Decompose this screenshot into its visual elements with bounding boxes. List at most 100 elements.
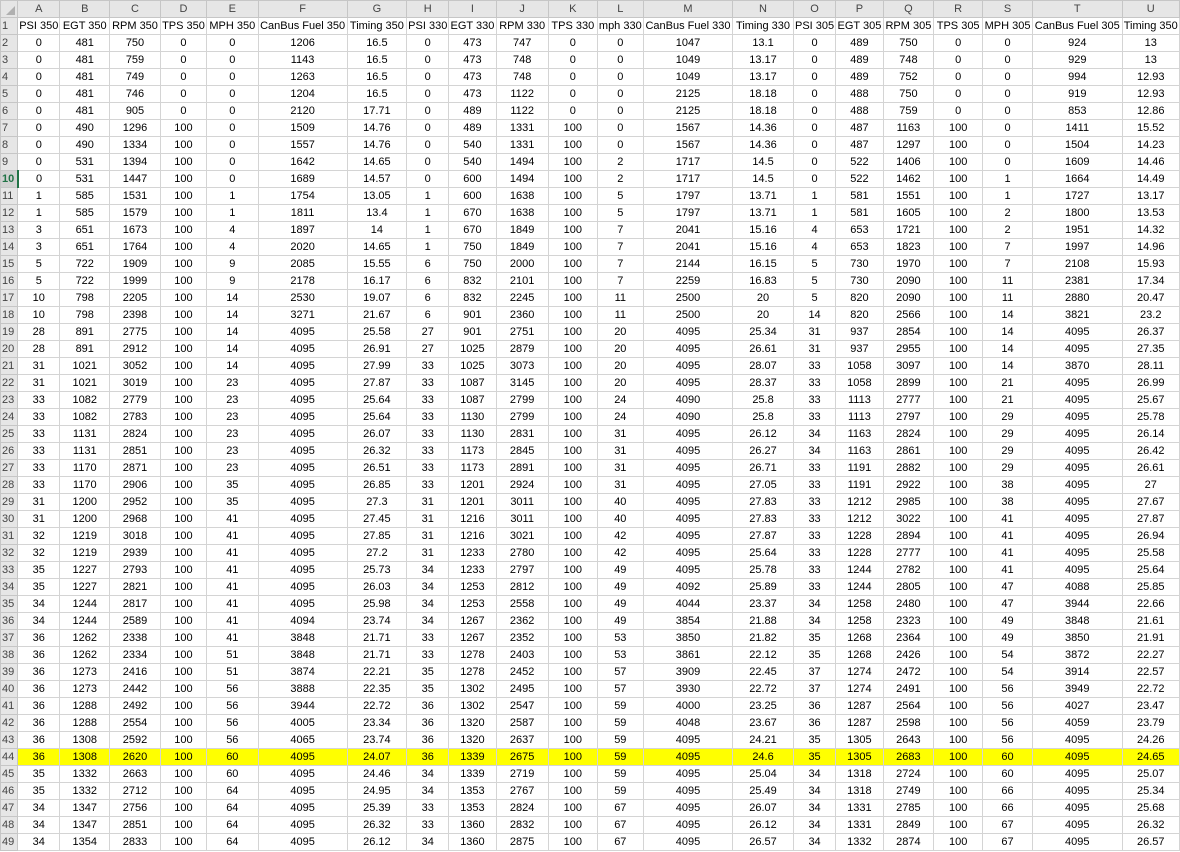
cell-d18[interactable]: 100 <box>159 306 208 324</box>
cell-t3[interactable]: 929 <box>1032 51 1123 69</box>
cell-b40[interactable]: 1273 <box>59 680 111 698</box>
row-header[interactable]: 35 <box>0 595 19 613</box>
cell-e18[interactable]: 14 <box>206 306 259 324</box>
cell-b19[interactable]: 891 <box>59 323 111 341</box>
row-header[interactable]: 29 <box>0 493 19 511</box>
cell-o39[interactable]: 37 <box>792 663 837 681</box>
cell-e38[interactable]: 51 <box>206 646 259 664</box>
cell-i39[interactable]: 1278 <box>448 663 497 681</box>
cell-d35[interactable]: 100 <box>159 595 208 613</box>
cell-c17[interactable]: 2205 <box>109 289 161 307</box>
cell-q21[interactable]: 3097 <box>882 357 935 375</box>
cell-k23[interactable]: 100 <box>547 391 598 409</box>
cell-o35[interactable]: 34 <box>792 595 837 613</box>
cell-k8[interactable]: 100 <box>547 136 598 154</box>
cell-g36[interactable]: 23.74 <box>346 612 408 630</box>
cell-s18[interactable]: 14 <box>982 306 1034 324</box>
cell-j33[interactable]: 2797 <box>495 561 549 579</box>
cell-l3[interactable]: 0 <box>596 51 644 69</box>
cell-t37[interactable]: 3850 <box>1032 629 1123 647</box>
cell-g2[interactable]: 16.5 <box>346 34 408 52</box>
cell-j28[interactable]: 2924 <box>495 476 549 494</box>
cell-u3[interactable]: 13 <box>1121 51 1180 69</box>
cell-p3[interactable]: 489 <box>835 51 884 69</box>
cell-i26[interactable]: 1173 <box>448 442 497 460</box>
cell-e3[interactable]: 0 <box>206 51 259 69</box>
cell-b23[interactable]: 1082 <box>59 391 111 409</box>
cell-g40[interactable]: 22.35 <box>346 680 408 698</box>
cell-e20[interactable]: 14 <box>206 340 259 358</box>
cell-h17[interactable]: 6 <box>406 289 450 307</box>
cell-r36[interactable]: 100 <box>933 612 984 630</box>
cell-a41[interactable]: 36 <box>17 697 61 715</box>
cell-t45[interactable]: 4095 <box>1032 765 1123 783</box>
cell-l40[interactable]: 57 <box>596 680 644 698</box>
cell-q18[interactable]: 2566 <box>882 306 935 324</box>
cell-k28[interactable]: 100 <box>547 476 598 494</box>
cell-d48[interactable]: 100 <box>159 816 208 834</box>
cell-t28[interactable]: 4095 <box>1032 476 1123 494</box>
cell-n37[interactable]: 21.82 <box>732 629 794 647</box>
cell-m8[interactable]: 1567 <box>642 136 734 154</box>
cell-m25[interactable]: 4095 <box>642 425 734 443</box>
cell-j6[interactable]: 1122 <box>495 102 549 120</box>
cell-h5[interactable]: 0 <box>406 85 450 103</box>
cell-b47[interactable]: 1347 <box>59 799 111 817</box>
cell-t36[interactable]: 3848 <box>1032 612 1123 630</box>
cell-n18[interactable]: 20 <box>732 306 794 324</box>
cell-i24[interactable]: 1130 <box>448 408 497 426</box>
column-header-r[interactable]: R <box>933 0 984 18</box>
cell-i1[interactable]: EGT 330 <box>448 17 497 35</box>
row-header[interactable]: 24 <box>0 408 19 426</box>
cell-j43[interactable]: 2637 <box>495 731 549 749</box>
cell-o40[interactable]: 37 <box>792 680 837 698</box>
cell-n33[interactable]: 25.78 <box>732 561 794 579</box>
cell-i23[interactable]: 1087 <box>448 391 497 409</box>
cell-i30[interactable]: 1216 <box>448 510 497 528</box>
cell-d32[interactable]: 100 <box>159 544 208 562</box>
cell-h13[interactable]: 1 <box>406 221 450 239</box>
cell-c30[interactable]: 2968 <box>109 510 161 528</box>
cell-b11[interactable]: 585 <box>59 187 111 205</box>
cell-c16[interactable]: 1999 <box>109 272 161 290</box>
cell-c45[interactable]: 2663 <box>109 765 161 783</box>
column-header-d[interactable]: D <box>159 0 208 18</box>
cell-d36[interactable]: 100 <box>159 612 208 630</box>
cell-e19[interactable]: 14 <box>206 323 259 341</box>
cell-q25[interactable]: 2824 <box>882 425 935 443</box>
row-header[interactable]: 14 <box>0 238 19 256</box>
cell-d22[interactable]: 100 <box>159 374 208 392</box>
cell-r15[interactable]: 100 <box>933 255 984 273</box>
cell-g48[interactable]: 26.32 <box>346 816 408 834</box>
cell-b38[interactable]: 1262 <box>59 646 111 664</box>
cell-d28[interactable]: 100 <box>159 476 208 494</box>
cell-u2[interactable]: 13 <box>1121 34 1180 52</box>
cell-a19[interactable]: 28 <box>17 323 61 341</box>
cell-j37[interactable]: 2352 <box>495 629 549 647</box>
cell-f18[interactable]: 3271 <box>257 306 348 324</box>
cell-p38[interactable]: 1268 <box>835 646 884 664</box>
column-header-p[interactable]: P <box>835 0 884 18</box>
cell-o25[interactable]: 34 <box>792 425 837 443</box>
cell-u46[interactable]: 25.34 <box>1121 782 1180 800</box>
row-header[interactable]: 38 <box>0 646 19 664</box>
cell-s31[interactable]: 41 <box>982 527 1034 545</box>
row-header[interactable]: 21 <box>0 357 19 375</box>
cell-f45[interactable]: 4095 <box>257 765 348 783</box>
cell-q17[interactable]: 2090 <box>882 289 935 307</box>
cell-b15[interactable]: 722 <box>59 255 111 273</box>
cell-b44[interactable]: 1308 <box>59 748 111 766</box>
cell-f4[interactable]: 1263 <box>257 68 348 86</box>
cell-r3[interactable]: 0 <box>933 51 984 69</box>
cell-k32[interactable]: 100 <box>547 544 598 562</box>
cell-h35[interactable]: 34 <box>406 595 450 613</box>
cell-p39[interactable]: 1274 <box>835 663 884 681</box>
cell-m45[interactable]: 4095 <box>642 765 734 783</box>
cell-k10[interactable]: 100 <box>547 170 598 188</box>
cell-t6[interactable]: 853 <box>1032 102 1123 120</box>
row-header[interactable]: 4 <box>0 68 19 86</box>
cell-s34[interactable]: 47 <box>982 578 1034 596</box>
cell-g37[interactable]: 21.71 <box>346 629 408 647</box>
cell-n14[interactable]: 15.16 <box>732 238 794 256</box>
cell-l20[interactable]: 20 <box>596 340 644 358</box>
